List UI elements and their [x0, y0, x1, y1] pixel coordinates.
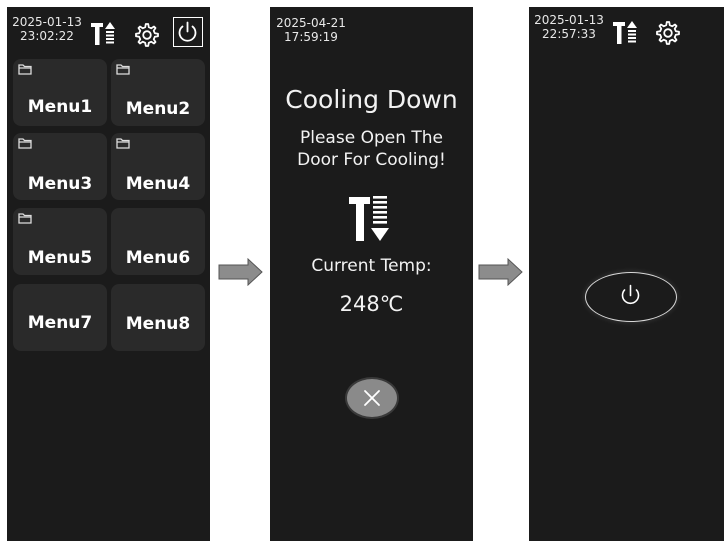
time-text: 22:57:33	[542, 27, 596, 41]
menu-label: Menu1	[27, 97, 93, 117]
screen-standby: 2025-01-13 22:57:33	[529, 7, 724, 541]
close-icon	[364, 390, 380, 406]
menu5-button[interactable]: Menu5	[13, 208, 107, 275]
menu2-button[interactable]: Menu2	[111, 59, 205, 126]
temperature-up-icon[interactable]	[613, 20, 639, 46]
cooling-message-line2: Door For Cooling!	[297, 150, 446, 170]
menu-label: Menu2	[125, 99, 191, 119]
menu-label: Menu4	[125, 174, 191, 194]
menu7-button[interactable]: Menu7	[13, 284, 107, 351]
current-temp-value: 248℃	[339, 292, 404, 316]
cooling-title: Cooling Down	[285, 85, 458, 114]
gear-icon[interactable]	[133, 22, 159, 48]
power-button[interactable]	[173, 17, 203, 47]
screen-cooling: 2025-04-21 17:59:19 Cooling Down Please …	[270, 7, 473, 541]
temperature-down-icon	[349, 196, 389, 241]
menu-label: Menu5	[27, 248, 93, 268]
folder-icon	[116, 138, 130, 149]
arrow-right-icon	[218, 258, 263, 286]
menu6-button[interactable]: Menu6	[111, 208, 205, 275]
cooling-message-line1: Please Open The	[300, 128, 443, 148]
menu-label: Menu7	[27, 313, 93, 333]
menu-label: Menu3	[27, 174, 93, 194]
datetime: 2025-04-21 17:59:19	[276, 16, 346, 44]
menu-label: Menu8	[125, 314, 191, 334]
date-text: 2025-01-13	[534, 13, 604, 27]
screen-menu: 2025-01-13 23:02:22 Menu1 Menu2 Menu3 Me…	[7, 7, 210, 541]
datetime: 2025-01-13 22:57:33	[533, 13, 605, 41]
power-icon	[178, 21, 197, 42]
folder-icon	[18, 213, 32, 224]
date-text: 2025-01-13	[12, 15, 82, 29]
menu-label: Menu6	[125, 248, 191, 268]
current-temp-label: Current Temp:	[311, 256, 432, 276]
gear-icon[interactable]	[654, 20, 680, 46]
date-text: 2025-04-21	[276, 16, 346, 30]
menu3-button[interactable]: Menu3	[13, 133, 107, 200]
menu1-button[interactable]: Menu1	[13, 59, 107, 126]
datetime: 2025-01-13 23:02:22	[11, 15, 83, 43]
menu8-button[interactable]: Menu8	[111, 284, 205, 351]
temperature-up-icon[interactable]	[91, 21, 117, 47]
folder-icon	[18, 138, 32, 149]
folder-icon	[116, 64, 130, 75]
folder-icon	[18, 64, 32, 75]
time-text: 23:02:22	[20, 29, 74, 43]
time-text: 17:59:19	[284, 30, 338, 44]
arrow-right-icon	[478, 258, 523, 286]
power-icon	[621, 284, 640, 305]
close-button[interactable]	[345, 377, 399, 419]
menu4-button[interactable]: Menu4	[111, 133, 205, 200]
power-button[interactable]	[585, 272, 677, 322]
